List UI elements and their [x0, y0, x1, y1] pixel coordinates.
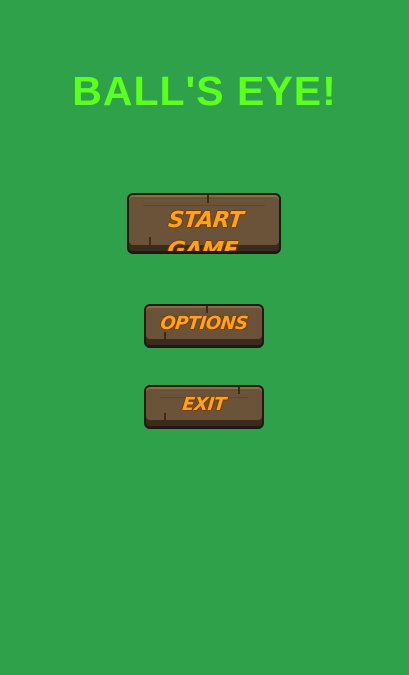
- start-game-button[interactable]: START GAME: [127, 193, 281, 253]
- start-game-label: START GAME: [166, 208, 245, 253]
- exit-label: EXIT: [181, 394, 227, 415]
- wood-crack: [207, 195, 209, 203]
- exit-button[interactable]: EXIT: [144, 385, 264, 428]
- options-label: OPTIONS: [159, 313, 249, 334]
- options-button[interactable]: OPTIONS: [144, 304, 264, 347]
- game-title: BALL'S EYE!: [72, 68, 337, 114]
